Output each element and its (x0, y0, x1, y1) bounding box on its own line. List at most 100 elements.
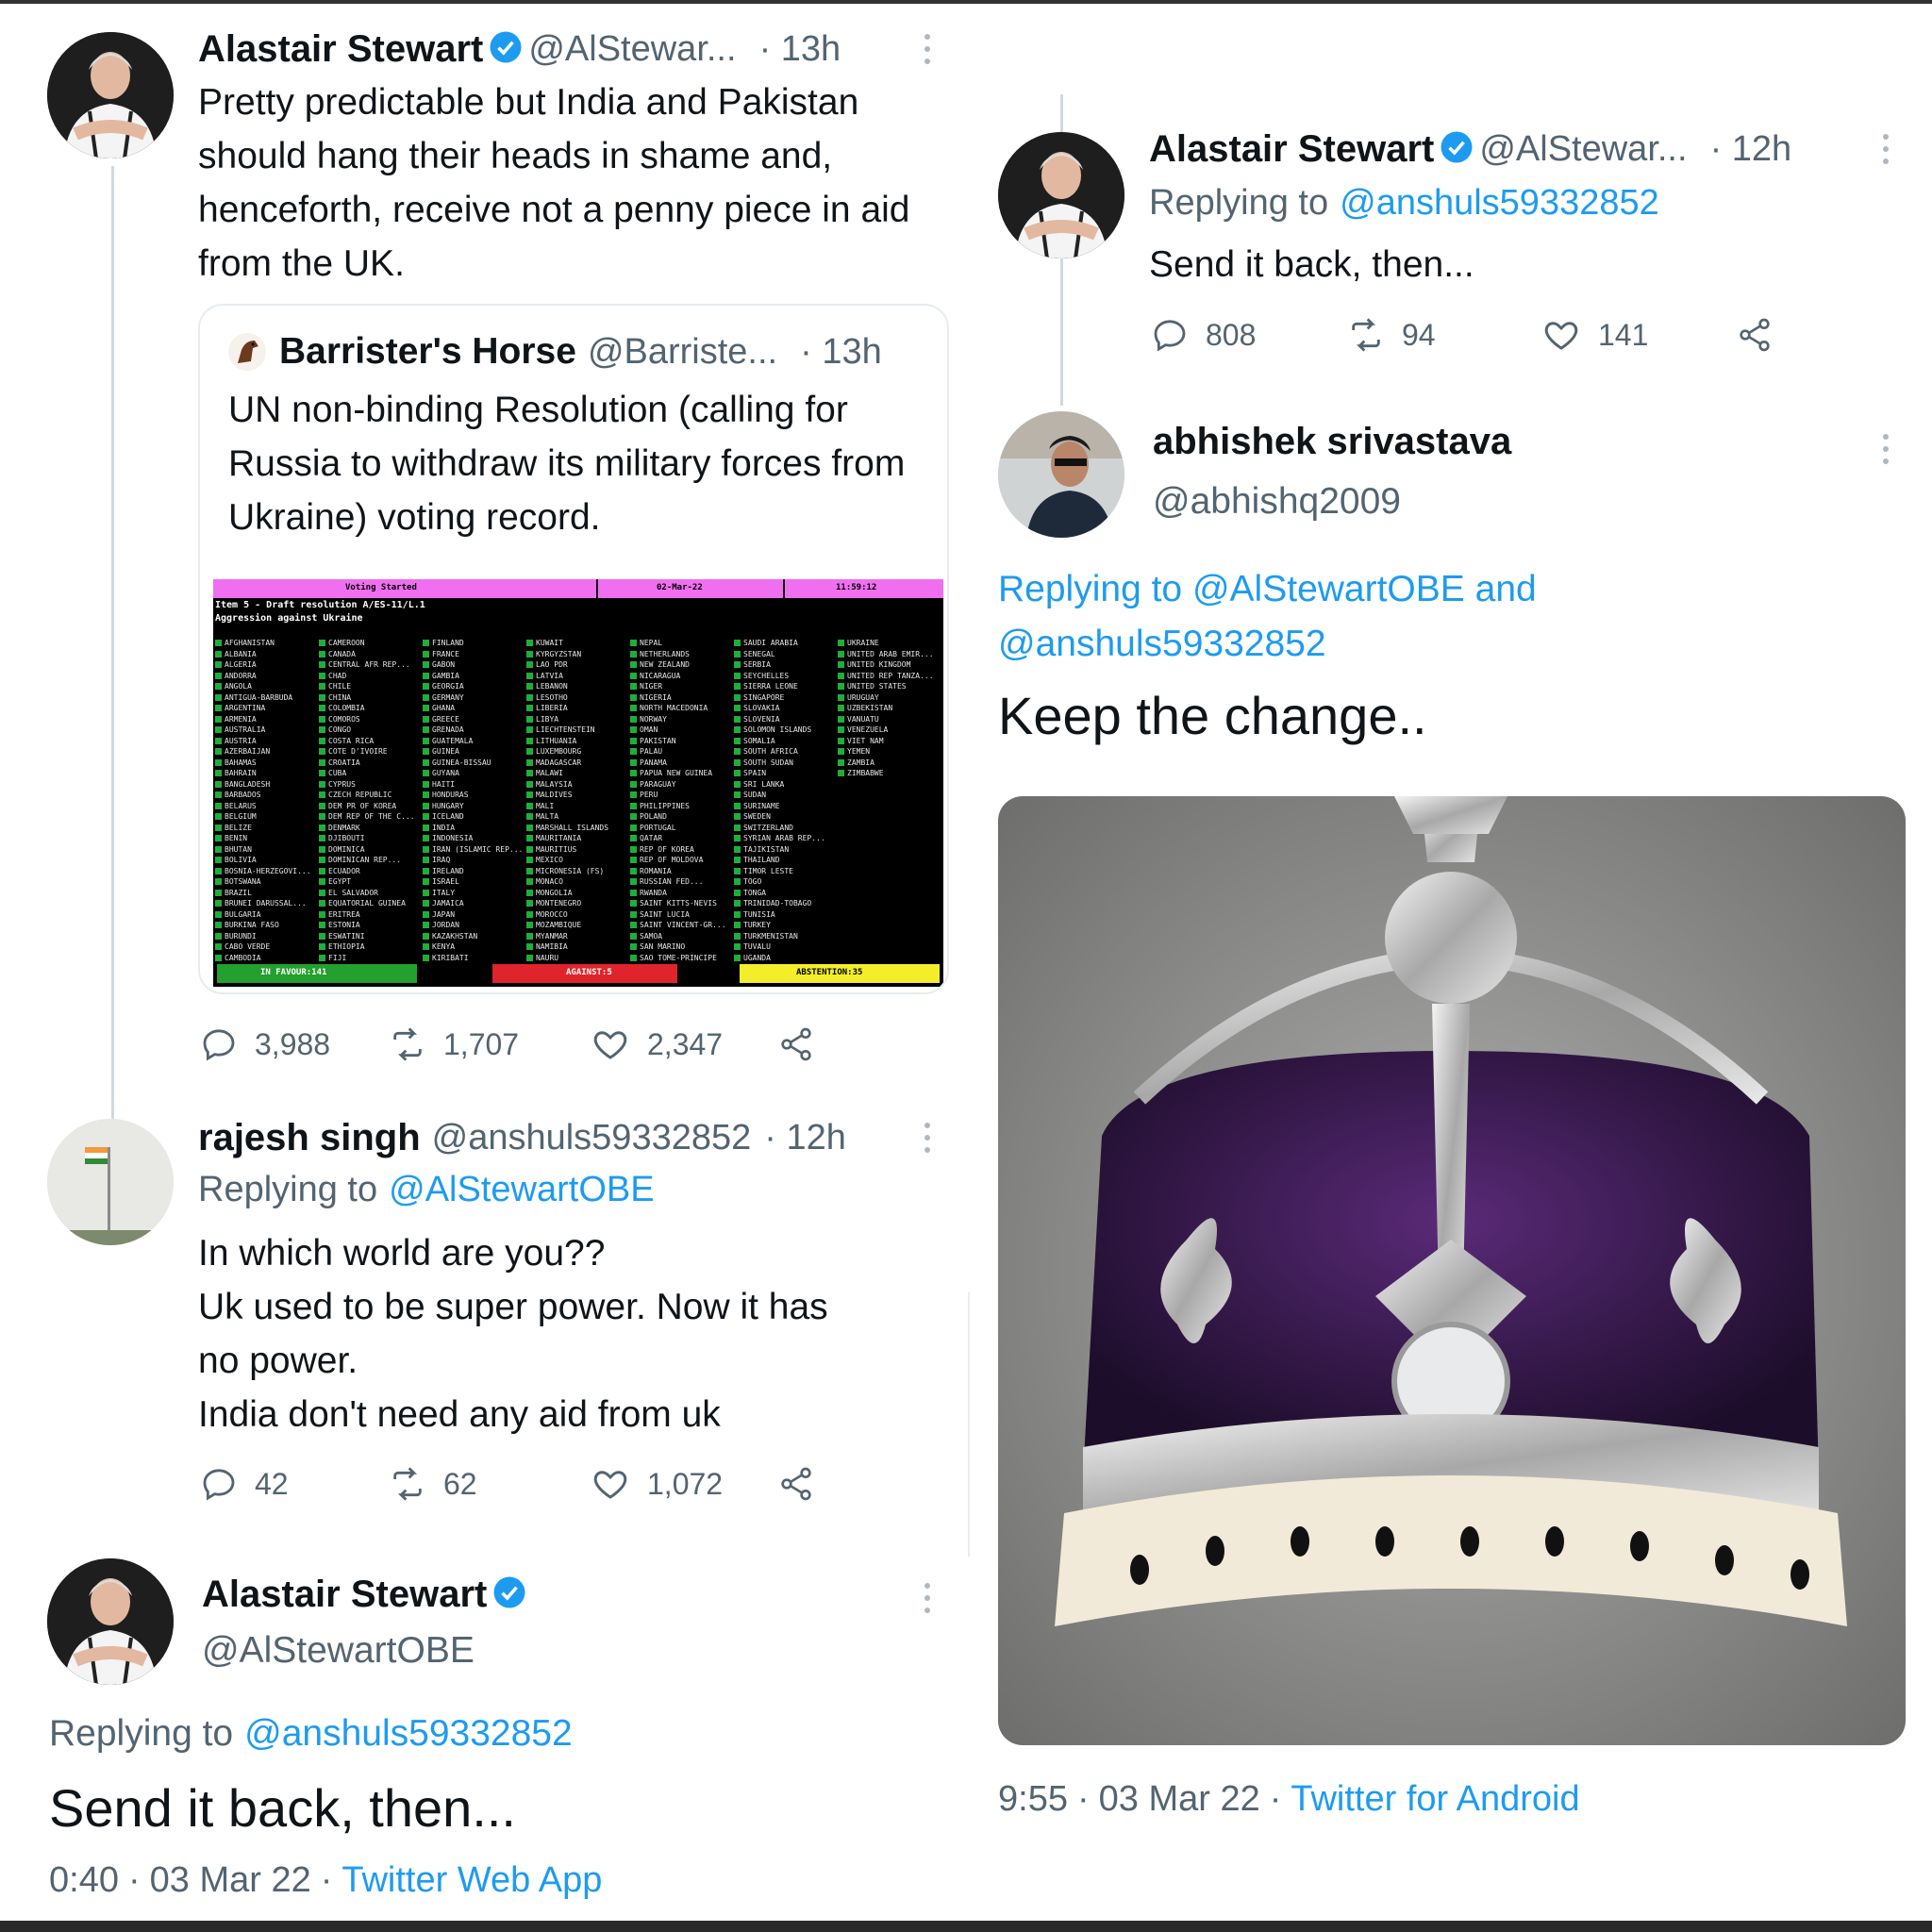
like-button[interactable]: 141 (1541, 315, 1736, 355)
handle[interactable]: @AlStewartOBE (202, 1630, 475, 1672)
board-country-column: UKRAINE UNITED ARAB EMIR... UNITED KINGDOM… (838, 638, 934, 779)
retweet-button[interactable]: 94 (1347, 316, 1541, 354)
country-vote: DEM REP OF THE C... (319, 811, 415, 823)
avatar[interactable] (47, 1119, 174, 1245)
like-button[interactable]: 2,347 (591, 1024, 777, 1064)
display-name[interactable]: Alastair Stewart (198, 28, 483, 71)
share-button[interactable] (777, 1465, 832, 1503)
country-vote: LUXEMBOURG (526, 746, 608, 758)
tweet-meta: 9:55 · 03 Mar 22 · Twitter for Android (998, 1779, 1580, 1820)
display-name[interactable]: rajesh singh (198, 1117, 421, 1159)
tweet-line: Uk used to be super power. Now it has (198, 1287, 828, 1327)
voting-record-image[interactable]: Voting Started 02-Mar-22 11:59:12 Item 5… (213, 579, 943, 987)
tweet-time: 0:40 (49, 1860, 119, 1900)
retweet-button[interactable]: 1,707 (389, 1025, 591, 1063)
country-vote: SURINAME (734, 801, 825, 812)
country-vote: ETHIOPIA (319, 941, 415, 953)
quote-handle[interactable]: @Barriste... (588, 332, 777, 373)
share-button[interactable] (777, 1025, 832, 1063)
replying-to-link[interactable]: Replying to @AlStewartOBE and (998, 562, 1537, 617)
avatar[interactable] (47, 1558, 174, 1685)
board-item-line1: Item 5 - Draft resolution A/ES-11/L.1 (215, 600, 425, 610)
tweet-actions: 3,988 1,707 2,347 (200, 1024, 832, 1064)
handle[interactable]: @anshuls59332852 (432, 1118, 752, 1158)
country-vote: PHILIPPINES (630, 801, 726, 812)
like-icon (593, 1031, 627, 1059)
display-name[interactable]: Alastair Stewart (1149, 128, 1434, 171)
more-icon[interactable] (924, 34, 932, 71)
country-vote: SAINT LUCIA (630, 909, 726, 921)
tweet-meta: 0:40 · 03 Mar 22 · Twitter Web App (49, 1860, 602, 1901)
board-divider (596, 579, 598, 598)
country-vote: NORWAY (630, 714, 726, 725)
country-vote: ESWATINI (319, 931, 415, 942)
country-vote: SAUDI ARABIA (734, 638, 825, 649)
replying-to-link[interactable]: @anshuls59332852 (244, 1713, 573, 1755)
timestamp[interactable]: · 12h (764, 1118, 846, 1158)
tweet-actions: 808 94 141 (1151, 315, 1790, 355)
quote-header: Barrister's Horse @Barriste... · 13h (228, 328, 882, 375)
timestamp[interactable]: · 12h (1710, 129, 1792, 170)
share-icon (781, 1467, 811, 1501)
quote-display-name[interactable]: Barrister's Horse (279, 331, 576, 373)
country-vote: ALBANIA (215, 649, 311, 660)
country-vote: TURKMENISTAN (734, 931, 825, 942)
country-vote: NORTH MACEDONIA (630, 703, 726, 714)
replying-to-link[interactable]: @anshuls59332852 (998, 617, 1537, 672)
country-vote: ANDORRA (215, 671, 311, 682)
quote-timestamp[interactable]: · 13h (800, 332, 882, 373)
reply-button[interactable]: 808 (1151, 316, 1347, 354)
more-icon[interactable] (924, 1583, 932, 1620)
quoted-tweet[interactable]: Barrister's Horse @Barriste... · 13h UN … (198, 304, 949, 994)
country-vote: UNITED KINGDOM (838, 659, 934, 671)
country-vote: DEM PR OF KOREA (319, 801, 415, 812)
like-count: 1,072 (647, 1466, 724, 1501)
country-vote: EL SALVADOR (319, 888, 415, 899)
country-vote: HUNGARY (423, 801, 523, 812)
meta-separator: · (320, 1860, 333, 1900)
share-button[interactable] (1736, 316, 1790, 354)
board-country-column: SAUDI ARABIA SENEGAL SERBIA SEYCHELLES SIERR… (734, 638, 825, 963)
thread-line (111, 166, 114, 1119)
avatar[interactable] (998, 411, 1124, 538)
like-icon (1544, 322, 1578, 350)
handle[interactable]: @AlStewar... (1479, 129, 1687, 170)
country-vote: SRI LANKA (734, 779, 825, 791)
country-vote: CAMEROON (319, 638, 415, 649)
display-name[interactable]: Alastair Stewart (202, 1574, 487, 1616)
board-country-column: KUWAIT KYRGYZSTAN LAO PDR LATVIA LEBANON LESO… (526, 638, 608, 963)
more-icon[interactable] (1883, 134, 1890, 171)
replying-to-link[interactable]: @anshuls59332852 (1340, 183, 1659, 224)
handle[interactable]: @AlStewar... (528, 29, 736, 70)
column-divider (968, 1292, 970, 1557)
like-button[interactable]: 1,072 (591, 1464, 777, 1504)
handle[interactable]: @abhishq2009 (1153, 481, 1401, 523)
country-vote: KUWAIT (526, 638, 608, 649)
country-vote: ISRAEL (423, 876, 523, 888)
avatar[interactable] (998, 132, 1124, 258)
country-vote: BRUNEI DARUSSAL... (215, 898, 311, 909)
display-name[interactable]: abhishek srivastava (1153, 421, 1511, 463)
more-icon[interactable] (1883, 434, 1890, 471)
timestamp[interactable]: · 13h (759, 29, 841, 70)
retweet-button[interactable]: 62 (389, 1465, 591, 1503)
retweet-icon (1352, 318, 1380, 352)
more-icon[interactable] (924, 1123, 932, 1159)
avatar[interactable] (47, 32, 174, 158)
reply-button[interactable]: 3,988 (200, 1025, 389, 1063)
country-vote: SENEGAL (734, 649, 825, 660)
country-vote: TUVALU (734, 941, 825, 953)
country-vote: GUINEA (423, 746, 523, 758)
tweet-source-link[interactable]: Twitter Web App (341, 1860, 602, 1901)
country-vote: VENEZUELA (838, 724, 934, 736)
tweet-source-link[interactable]: Twitter for Android (1291, 1779, 1579, 1820)
reply-button[interactable]: 42 (200, 1465, 389, 1503)
country-vote: OMAN (630, 724, 726, 736)
crown-image[interactable] (998, 796, 1906, 1745)
country-vote: INDIA (423, 823, 523, 834)
board-divider (783, 579, 785, 598)
country-vote: DJIBOUTI (319, 833, 415, 844)
tweet-text: Keep the change.. (998, 686, 1427, 745)
country-vote: GEORGIA (423, 681, 523, 692)
replying-to-link[interactable]: @AlStewartOBE (389, 1170, 654, 1210)
